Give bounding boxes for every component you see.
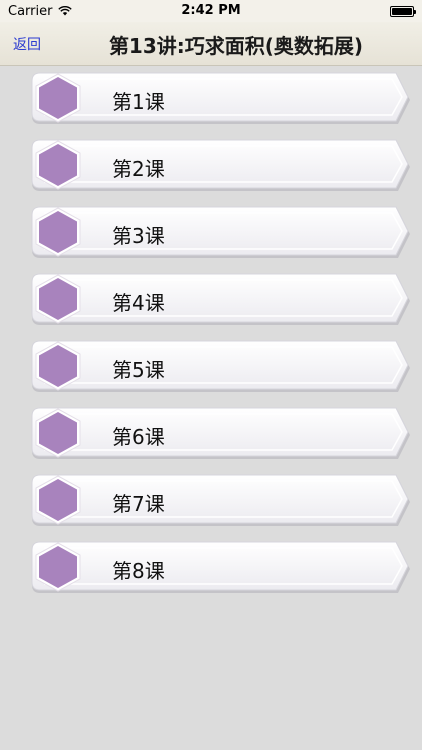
lesson-item[interactable]: 第5课	[30, 339, 412, 393]
hexagon-icon	[35, 207, 81, 257]
nav-bar: 返回 第13讲:巧求面积(奥数拓展)	[0, 22, 422, 66]
page-title: 第13讲:巧求面积(奥数拓展)	[108, 34, 364, 58]
lesson-card-background	[31, 72, 410, 124]
lesson-card-background	[31, 474, 410, 526]
lesson-item[interactable]: 第3课	[30, 205, 412, 259]
lesson-card-background	[31, 206, 410, 258]
lesson-card-background	[31, 407, 410, 459]
lesson-card-background	[31, 340, 410, 392]
lesson-label: 第5课	[112, 358, 165, 382]
lesson-label: 第7课	[112, 492, 165, 516]
lesson-label: 第2课	[112, 157, 165, 181]
status-time: 2:42 PM	[181, 3, 241, 18]
lesson-label: 第1课	[112, 90, 165, 114]
lesson-label: 第3课	[112, 224, 165, 248]
lesson-card-background	[31, 273, 410, 325]
hexagon-icon	[35, 274, 81, 324]
lesson-item[interactable]: 第2课	[30, 138, 412, 192]
lesson-item[interactable]: 第4课	[30, 272, 412, 326]
hexagon-icon	[35, 140, 81, 190]
lesson-label: 第8课	[112, 559, 165, 583]
hexagon-icon	[35, 408, 81, 458]
hexagon-icon	[35, 73, 81, 123]
back-button[interactable]: 返回	[13, 34, 41, 54]
hexagon-icon	[35, 475, 81, 525]
lesson-item[interactable]: 第1课	[30, 71, 412, 125]
status-bar: Carrier 2:42 PM	[0, 0, 422, 22]
lesson-item[interactable]: 第7课	[30, 473, 412, 527]
lesson-item[interactable]: 第6课	[30, 406, 412, 460]
lesson-label: 第4课	[112, 291, 165, 315]
hexagon-icon	[35, 341, 81, 391]
hexagon-icon	[35, 542, 81, 592]
lesson-card-background	[31, 139, 410, 191]
lesson-label: 第6课	[112, 425, 165, 449]
lesson-card-background	[31, 541, 410, 593]
lesson-item[interactable]: 第8课	[30, 540, 412, 594]
battery-icon	[390, 6, 416, 17]
